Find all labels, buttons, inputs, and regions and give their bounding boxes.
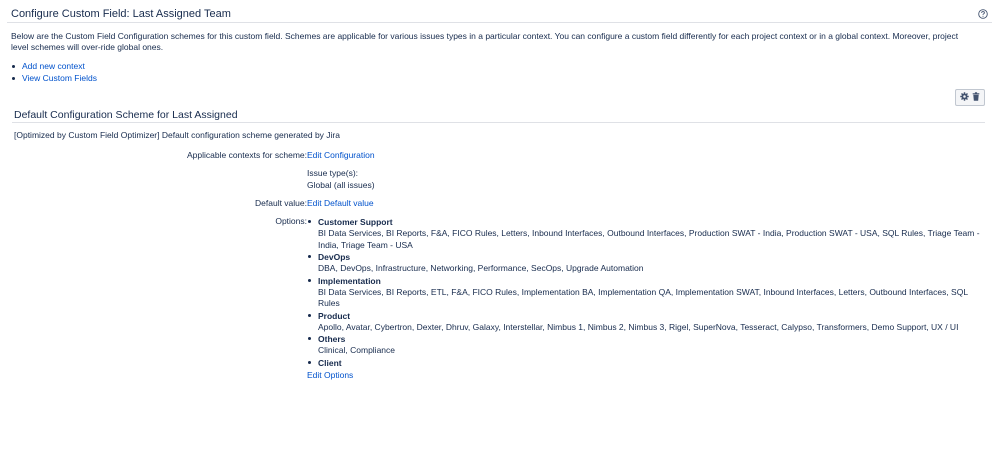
option-values: Apollo, Avatar, Cybertron, Dexter, Dhruv… [318, 321, 959, 332]
option-others: Others Clinical, Compliance [307, 333, 987, 357]
option-devops: DevOps DBA, DevOps, Infrastructure, Netw… [307, 251, 987, 275]
option-implementation: Implementation BI Data Services, BI Repo… [307, 275, 987, 310]
options-label: Options: [275, 216, 307, 226]
edit-options-row: Edit Options [307, 369, 987, 381]
option-name: Customer Support [318, 217, 393, 227]
option-name: Product [318, 310, 351, 321]
options-list: Customer Support BI Data Services, BI Re… [307, 216, 987, 381]
title-divider [7, 22, 992, 23]
contexts-label: Applicable contexts for scheme: [186, 150, 307, 160]
page-title: Configure Custom Field: Last Assigned Te… [11, 8, 231, 20]
option-product: Product Apollo, Avatar, Cybertron, Dexte… [307, 310, 987, 334]
scheme-actions [955, 89, 985, 106]
gear-icon[interactable] [960, 92, 969, 103]
list-item: View Custom Fields [11, 72, 97, 84]
scheme-description: [Optimized by Custom Field Optimizer] De… [14, 130, 340, 140]
scheme-title: Default Configuration Scheme for Last As… [14, 109, 238, 121]
issue-types-value: Global (all issues) [307, 180, 375, 190]
intro-text: Below are the Custom Field Configuration… [11, 31, 959, 52]
edit-configuration-link[interactable]: Edit Configuration [307, 150, 375, 160]
option-client: Client [307, 357, 987, 369]
option-values: DBA, DevOps, Infrastructure, Networking,… [318, 263, 644, 273]
option-name: Implementation [318, 275, 381, 286]
question-circle-icon[interactable] [978, 9, 988, 19]
list-item: Add new context [11, 60, 97, 72]
option-name: DevOps [318, 252, 351, 262]
option-values: BI Data Services, BI Reports, ETL, F&A, … [318, 286, 968, 309]
option-values: BI Data Services, BI Reports, F&A, FICO … [318, 228, 980, 250]
default-value-label: Default value: [255, 198, 307, 208]
edit-options-link[interactable]: Edit Options [307, 370, 353, 380]
view-custom-fields-link[interactable]: View Custom Fields [22, 73, 97, 83]
option-name: Client [318, 357, 342, 368]
add-new-context-link[interactable]: Add new context [22, 61, 85, 71]
option-values: Clinical, Compliance [318, 345, 396, 355]
scheme-divider [12, 122, 985, 123]
trash-icon[interactable] [972, 92, 980, 103]
issue-types-label: Issue type(s): [307, 168, 359, 178]
edit-default-value-link[interactable]: Edit Default value [307, 198, 374, 208]
context-links: Add new context View Custom Fields [11, 60, 97, 84]
option-name: Others [318, 334, 346, 344]
option-customer-support: Customer Support BI Data Services, BI Re… [307, 216, 987, 251]
